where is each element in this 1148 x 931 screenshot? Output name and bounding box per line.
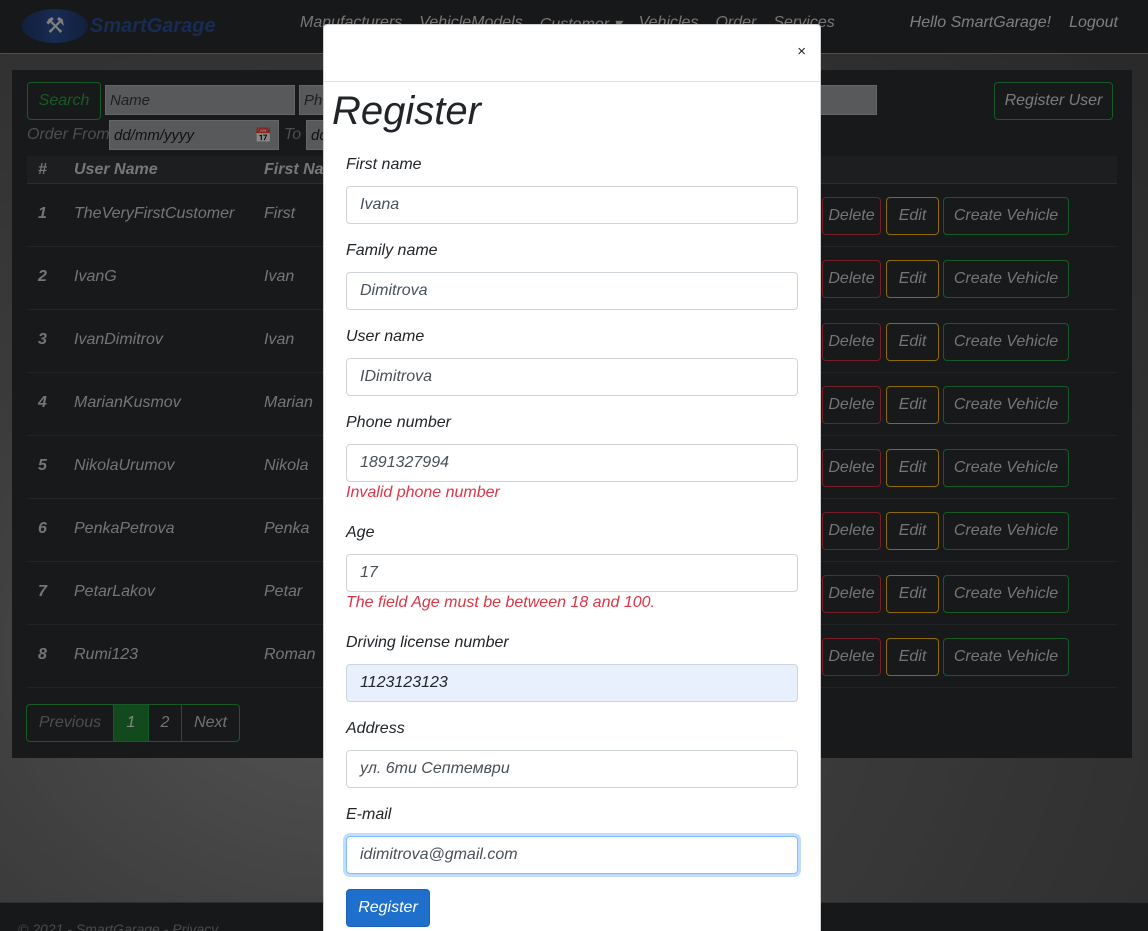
phone-number-label: Phone number [346, 414, 451, 431]
user-name-input[interactable]: IDimitrova [346, 358, 798, 396]
close-icon[interactable]: × [797, 43, 806, 60]
address-input[interactable]: ул. 6ти Септември [346, 750, 798, 788]
first-name-label: First name [346, 156, 422, 173]
modal-title: Register [332, 89, 481, 133]
first-name-input[interactable]: Ivana [346, 186, 798, 224]
age-label: Age [346, 524, 375, 541]
family-name-label: Family name [346, 242, 438, 259]
phone-number-error: Invalid phone number [346, 484, 500, 501]
family-name-input[interactable]: Dimitrova [346, 272, 798, 310]
phone-number-input[interactable]: 1891327994 [346, 444, 798, 482]
age-input[interactable]: 17 [346, 554, 798, 592]
register-submit-button[interactable]: Register [346, 889, 430, 927]
age-error: The field Age must be between 18 and 100… [346, 594, 655, 611]
email-input[interactable]: idimitrova@gmail.com [346, 836, 798, 874]
driving-license-input[interactable]: 1123123123 [346, 664, 798, 702]
email-label: E-mail [346, 806, 392, 823]
driving-license-label: Driving license number [346, 634, 509, 651]
address-label: Address [346, 720, 405, 737]
user-name-label: User name [346, 328, 425, 345]
modal-header: × [324, 25, 820, 82]
register-modal: × Register First name Ivana Family name … [323, 24, 821, 931]
